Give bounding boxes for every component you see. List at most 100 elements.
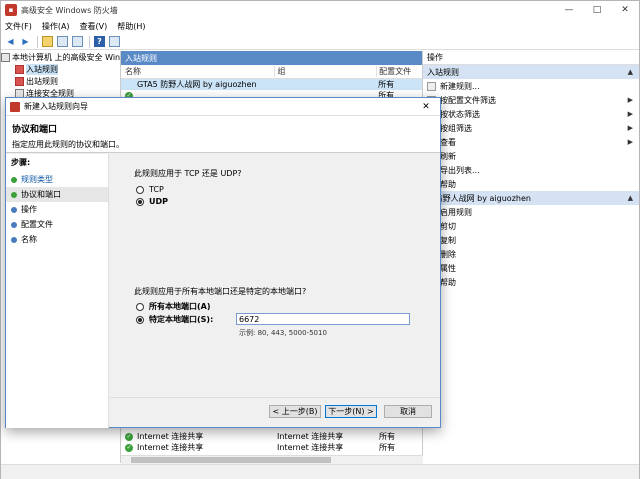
radio-udp[interactable]: UDP: [136, 197, 168, 206]
horizontal-scrollbar[interactable]: [121, 455, 423, 464]
action-item[interactable]: 帮助: [423, 275, 639, 289]
action-item[interactable]: 按配置文件筛选 ▶: [423, 93, 639, 107]
column-header-profile[interactable]: 配置文件: [376, 66, 422, 77]
tree-item-label: 出站规则: [26, 76, 58, 86]
scrollbar-thumb[interactable]: [131, 457, 331, 463]
export-list-icon[interactable]: [71, 35, 84, 48]
table-row[interactable]: ✓ Internet 连接共享 Internet 连接共享 所有: [121, 431, 423, 442]
column-headers: 名称 组 配置文件: [121, 65, 422, 79]
action-label: 帮助: [440, 179, 456, 189]
action-item[interactable]: 导出列表...: [423, 163, 639, 177]
submenu-arrow-icon: ▶: [627, 96, 633, 104]
action-label: 启用规则: [440, 207, 472, 217]
wizard-button-bar: < 上一步(B) 下一步(N) > 取消: [110, 397, 440, 427]
action-item[interactable]: 刷新: [423, 149, 639, 163]
action-label: 按配置文件筛选: [440, 95, 496, 105]
rule-status-icon: [125, 81, 133, 89]
collapse-up-icon[interactable]: ▲: [628, 194, 633, 202]
step-dot-icon: [11, 191, 17, 198]
submenu-arrow-icon: ▶: [627, 110, 633, 118]
help-icon[interactable]: ?: [93, 35, 106, 48]
section-label: 5 防野人战网 by aiguozhen: [427, 193, 531, 203]
tree-item-inbound-rules[interactable]: 入站规则: [1, 63, 120, 75]
new-inbound-rule-wizard: 新建入站规则向导 ✕ 协议和端口 指定应用此规则的协议和端口。 步骤: 规则类型…: [5, 97, 441, 428]
step-rule-type[interactable]: 规则类型: [6, 172, 108, 187]
back-arrow-icon[interactable]: ◀: [4, 35, 17, 48]
cancel-button[interactable]: 取消: [384, 405, 432, 418]
next-button[interactable]: 下一步(N) >: [325, 405, 377, 418]
ports-question: 此规则应用于所有本地端口还是特定的本地端口?: [134, 287, 307, 296]
table-row[interactable]: GTA5 防野人战网 by aiguozhen 所有: [121, 79, 422, 90]
forward-arrow-icon[interactable]: ▶: [19, 35, 32, 48]
table-row[interactable]: ✓ Internet 连接共享 Internet 连接共享 所有: [121, 442, 423, 453]
window-title: 高级安全 Windows 防火墙: [21, 5, 118, 15]
action-item[interactable]: 复制: [423, 233, 639, 247]
step-name: 名称: [6, 232, 108, 247]
submenu-arrow-icon: ▶: [627, 124, 633, 132]
action-item[interactable]: 查看 ▶: [423, 135, 639, 149]
action-item[interactable]: 剪切: [423, 219, 639, 233]
column-header-group[interactable]: 组: [274, 66, 376, 77]
radio-circle: [136, 197, 144, 206]
action-label: 删除: [440, 249, 456, 259]
action-label: 按状态筛选: [440, 109, 480, 119]
title-bar: ▪ 高级安全 Windows 防火墙 — □ ✕: [1, 1, 639, 19]
submenu-arrow-icon: ▶: [627, 138, 633, 146]
action-item[interactable]: 按状态筛选 ▶: [423, 107, 639, 121]
step-dot-icon: [11, 221, 17, 228]
tree-item-outbound-rules[interactable]: 出站规则: [1, 75, 120, 87]
maximize-button[interactable]: □: [583, 1, 611, 19]
step-label: 协议和端口: [21, 190, 61, 199]
menu-action[interactable]: 操作(A): [42, 21, 70, 32]
actions-section-inbound[interactable]: 入站规则 ▲: [423, 65, 639, 79]
back-button[interactable]: < 上一步(B): [269, 405, 321, 418]
protocol-question: 此规则应用于 TCP 还是 UDP?: [134, 169, 242, 178]
tree-item-root[interactable]: 本地计算机 上的高级安全 Win: [1, 51, 120, 63]
properties-icon[interactable]: [108, 35, 121, 48]
enabled-check-icon: ✓: [125, 432, 133, 441]
toolbar: ◀ ▶ ?: [1, 34, 639, 50]
collapse-up-icon[interactable]: ▲: [628, 68, 633, 76]
actions-title: 操作: [423, 51, 639, 65]
actions-section-selected-rule[interactable]: 5 防野人战网 by aiguozhen ▲: [423, 191, 639, 205]
menu-view[interactable]: 查看(V): [80, 21, 108, 32]
up-folder-icon[interactable]: [41, 35, 54, 48]
radio-label: 特定本地端口(S):: [149, 315, 214, 324]
show-tree-icon[interactable]: [56, 35, 69, 48]
action-item[interactable]: 启用规则: [423, 205, 639, 219]
action-item[interactable]: 帮助: [423, 177, 639, 191]
action-item[interactable]: 按组筛选 ▶: [423, 121, 639, 135]
wizard-steps-panel: 步骤: 规则类型 协议和端口 操作 配置文件 名称: [6, 154, 109, 428]
radio-tcp[interactable]: TCP: [136, 185, 164, 194]
specific-ports-input[interactable]: [236, 313, 410, 325]
action-item-left: 新建规则...: [427, 81, 480, 92]
wizard-body: 此规则应用于 TCP 还是 UDP? TCP UDP 此规则应用于所有本地端口还…: [110, 154, 440, 397]
step-dot-icon: [11, 236, 17, 243]
status-bar: [1, 464, 639, 479]
wizard-close-button[interactable]: ✕: [412, 98, 440, 116]
rule-name: Internet 连接共享: [137, 432, 204, 441]
menu-bar: 文件(F) 操作(A) 查看(V) 帮助(H): [1, 19, 639, 33]
wizard-title-bar: 新建入站规则向导 ✕: [6, 98, 440, 116]
wizard-app-icon: [10, 101, 20, 112]
menu-file[interactable]: 文件(F): [5, 21, 32, 32]
rule-profile: 所有: [379, 443, 395, 452]
menu-help[interactable]: 帮助(H): [117, 21, 145, 32]
rule-profile: 所有: [379, 432, 395, 441]
radio-specific-ports[interactable]: 特定本地端口(S):: [136, 314, 213, 325]
rule-group: Internet 连接共享: [277, 432, 344, 441]
close-button[interactable]: ✕: [611, 1, 639, 19]
action-item[interactable]: 删除: [423, 247, 639, 261]
action-label: 导出列表...: [440, 165, 480, 175]
action-item[interactable]: 新建规则...: [423, 79, 639, 93]
action-item[interactable]: 属性: [423, 261, 639, 275]
radio-all-ports[interactable]: 所有本地端口(A): [136, 301, 211, 312]
action-icon: [427, 81, 436, 91]
column-header-name[interactable]: 名称: [121, 66, 274, 77]
wizard-header: 协议和端口 指定应用此规则的协议和端口。: [6, 116, 440, 153]
toolbar-separator: [37, 35, 38, 48]
minimize-button[interactable]: —: [555, 1, 583, 19]
rules-pane-header: 入站规则: [121, 51, 422, 65]
action-label: 查看: [440, 137, 456, 147]
action-label: 刷新: [440, 151, 456, 161]
